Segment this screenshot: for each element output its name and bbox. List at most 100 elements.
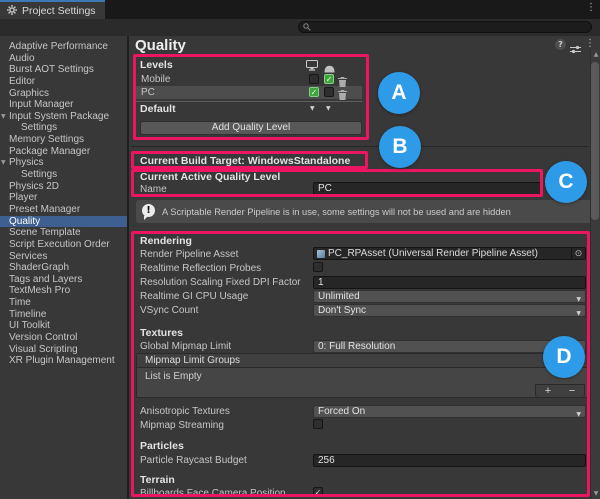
- particles-header: Particles: [140, 440, 184, 452]
- default-mobile-dropdown-icon[interactable]: ▼: [326, 105, 331, 112]
- warning-text: A Scriptable Render Pipeline is in use, …: [162, 207, 511, 217]
- billboards-face-camera-checkbox[interactable]: [313, 487, 323, 497]
- scroll-up-icon[interactable]: ▲: [592, 51, 600, 58]
- annotation-circle-c: C: [545, 161, 587, 203]
- sidebar-item-script-execution-order[interactable]: Script Execution Order: [0, 239, 127, 251]
- sidebar-item-visual-scripting[interactable]: Visual Scripting: [0, 344, 127, 356]
- pc-desktop-checkbox[interactable]: [309, 87, 319, 97]
- name-field[interactable]: PC: [313, 182, 541, 195]
- warning-icon: !: [142, 204, 155, 217]
- window-menu-icon[interactable]: ⋮: [586, 2, 596, 13]
- sidebar-item-time[interactable]: Time: [0, 297, 127, 309]
- sidebar-item-label: Burst AOT Settings: [9, 64, 94, 75]
- sidebar-item-label: Editor: [9, 76, 35, 87]
- gi-cpu-usage-dropdown[interactable]: Unlimited ▼: [313, 290, 586, 303]
- remove-item-button[interactable]: −: [560, 385, 584, 397]
- scroll-down-icon[interactable]: ▼: [592, 490, 600, 497]
- tab-project-settings[interactable]: Project Settings: [0, 0, 105, 19]
- sidebar-item-player[interactable]: Player: [0, 192, 127, 204]
- terrain-header: Terrain: [140, 474, 175, 486]
- sidebar-item-physics[interactable]: ▼Physics: [0, 157, 127, 169]
- sidebar-item-label: Tags and Layers: [9, 274, 82, 285]
- sidebar-item-label: Settings: [21, 169, 57, 180]
- sidebar-item-label: Script Execution Order: [9, 239, 110, 250]
- panel-menu-icon[interactable]: ⋮: [585, 38, 595, 49]
- sidebar-item-timeline[interactable]: Timeline: [0, 309, 127, 321]
- sidebar-item-physics-2d[interactable]: Physics 2D: [0, 181, 127, 193]
- sidebar-item-audio[interactable]: Audio: [0, 53, 127, 65]
- sidebar-item-settings[interactable]: Settings: [0, 122, 127, 134]
- sidebar-item-burst-aot-settings[interactable]: Burst AOT Settings: [0, 64, 127, 76]
- sidebar-item-graphics[interactable]: Graphics: [0, 88, 127, 100]
- mobile-desktop-checkbox[interactable]: [309, 74, 319, 84]
- sidebar-item-label: Adaptive Performance: [9, 41, 108, 52]
- global-mipmap-limit-value: 0: Full Resolution: [318, 341, 395, 352]
- pc-mobile-checkbox[interactable]: [324, 87, 334, 97]
- sidebar-item-memory-settings[interactable]: Memory Settings: [0, 134, 127, 146]
- sidebar-item-label: Physics 2D: [9, 181, 59, 192]
- annotation-circle-d: D: [543, 336, 585, 378]
- sidebar-item-shadergraph[interactable]: ShaderGraph: [0, 262, 127, 274]
- add-item-button[interactable]: +: [536, 385, 560, 397]
- sidebar-item-label: UI Toolkit: [9, 320, 50, 331]
- sidebar-item-input-system-package[interactable]: ▼Input System Package: [0, 111, 127, 123]
- billboards-face-camera-label: Billboards Face Camera Position: [140, 488, 286, 499]
- sidebar-item-label: Physics: [9, 157, 43, 168]
- sidebar-item-label: XR Plugin Management: [9, 355, 115, 366]
- search-input[interactable]: [298, 21, 592, 33]
- sidebar-item-tags-and-layers[interactable]: Tags and Layers: [0, 274, 127, 286]
- object-picker-icon[interactable]: ⊙: [571, 248, 585, 260]
- default-desktop-dropdown-icon[interactable]: ▼: [310, 105, 315, 112]
- mipmap-streaming-checkbox[interactable]: [313, 419, 323, 429]
- sidebar-item-ui-toolkit[interactable]: UI Toolkit: [0, 320, 127, 332]
- sidebar-item-label: Player: [9, 192, 37, 203]
- srp-warning-banner: ! A Scriptable Render Pipeline is in use…: [136, 200, 593, 223]
- mipmap-list-footer: + −: [535, 384, 585, 398]
- sidebar-item-scene-template[interactable]: Scene Template: [0, 227, 127, 239]
- preset-icon[interactable]: [570, 41, 581, 59]
- particle-raycast-budget-field[interactable]: 256: [313, 454, 586, 467]
- textures-header: Textures: [140, 327, 183, 339]
- sidebar-item-textmesh-pro[interactable]: TextMesh Pro: [0, 285, 127, 297]
- scrollbar-thumb[interactable]: [591, 62, 599, 220]
- render-pipeline-asset-label: Render Pipeline Asset: [140, 249, 238, 260]
- default-row-label: Default: [140, 103, 176, 115]
- sidebar-item-label: Services: [9, 251, 47, 262]
- sidebar-item-label: Time: [9, 297, 31, 308]
- help-icon[interactable]: ?: [555, 39, 566, 50]
- add-quality-level-button[interactable]: Add Quality Level: [140, 121, 362, 135]
- level-row-pc-label[interactable]: PC: [141, 87, 155, 98]
- sidebar-item-settings[interactable]: Settings: [0, 169, 127, 181]
- sidebar-item-xr-plugin-management[interactable]: XR Plugin Management: [0, 355, 127, 367]
- foldout-triangle-icon[interactable]: ▼: [1, 157, 6, 169]
- sidebar-item-preset-manager[interactable]: Preset Manager: [0, 204, 127, 216]
- foldout-triangle-icon[interactable]: ▼: [1, 111, 6, 123]
- rendering-header: Rendering: [140, 235, 192, 247]
- pc-trash-icon[interactable]: [338, 87, 347, 105]
- anisotropic-textures-dropdown[interactable]: Forced On ▼: [313, 405, 586, 418]
- sidebar-item-adaptive-performance[interactable]: Adaptive Performance: [0, 41, 127, 53]
- anisotropic-textures-value: Forced On: [318, 406, 365, 417]
- level-row-mobile-label[interactable]: Mobile: [141, 74, 170, 85]
- sidebar-item-editor[interactable]: Editor: [0, 76, 127, 88]
- sidebar-item-label: Graphics: [9, 88, 49, 99]
- sidebar-item-services[interactable]: Services: [0, 251, 127, 263]
- mipmap-limit-groups-header[interactable]: Mipmap Limit Groups: [137, 354, 587, 368]
- dpi-factor-field[interactable]: 1: [313, 276, 586, 289]
- sidebar-item-label: Input Manager: [9, 99, 74, 110]
- render-pipeline-asset-field[interactable]: PC_RPAsset (Universal Render Pipeline As…: [313, 247, 586, 260]
- vsync-count-dropdown[interactable]: Don't Sync ▼: [313, 304, 586, 317]
- realtime-reflection-probes-checkbox[interactable]: [313, 262, 323, 272]
- annotation-circle-b: B: [379, 126, 421, 168]
- sidebar-item-label: Visual Scripting: [9, 344, 78, 355]
- mobile-mobile-checkbox[interactable]: [324, 74, 334, 84]
- sidebar-item-label: Settings: [21, 122, 57, 133]
- sidebar-item-package-manager[interactable]: Package Manager: [0, 146, 127, 158]
- page-title: Quality: [135, 37, 186, 54]
- sidebar-item-input-manager[interactable]: Input Manager: [0, 99, 127, 111]
- current-active-quality-header: Current Active Quality Level: [140, 171, 280, 183]
- mipmap-streaming-label: Mipmap Streaming: [140, 420, 224, 431]
- sidebar-item-label: Quality: [9, 216, 40, 227]
- sidebar-item-quality[interactable]: Quality: [0, 216, 127, 228]
- sidebar-item-version-control[interactable]: Version Control: [0, 332, 127, 344]
